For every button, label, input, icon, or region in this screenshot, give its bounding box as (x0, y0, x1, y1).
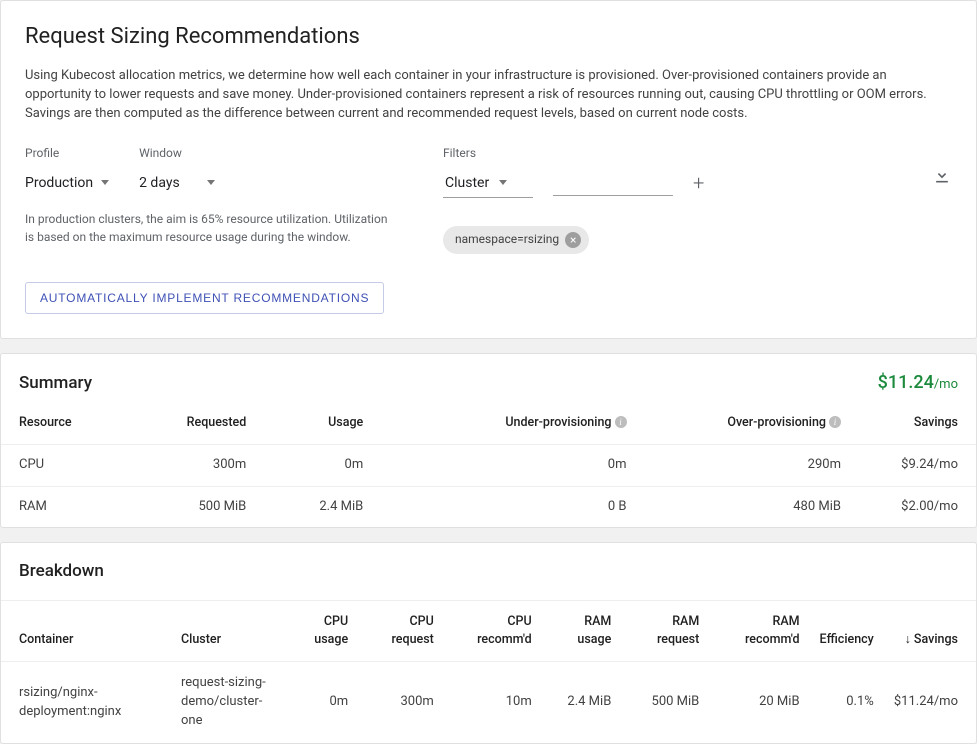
col-cpu-usage[interactable]: CPU usage (281, 601, 358, 662)
window-select[interactable]: 2 days (139, 169, 219, 197)
chevron-down-icon (499, 180, 507, 185)
window-label: Window (139, 145, 219, 162)
page-description: Using Kubecost allocation metrics, we de… (25, 67, 935, 124)
col-cpu-recommd[interactable]: CPU recomm'd (444, 601, 542, 662)
download-button[interactable] (932, 165, 952, 192)
profile-label: Profile (25, 145, 113, 162)
breakdown-table: Container Cluster CPU usage CPU request … (1, 600, 976, 743)
summary-title: Summary (19, 371, 92, 396)
col-under-provision[interactable]: Under-provisioningi (381, 408, 644, 445)
filter-chip-label: namespace=rsizing (455, 231, 559, 248)
profile-select[interactable]: Production (25, 169, 113, 197)
col-efficiency[interactable]: Efficiency (810, 601, 884, 662)
summary-total: $11.24/mo (878, 370, 958, 396)
col-usage[interactable]: Usage (264, 408, 381, 445)
filter-type-select[interactable]: Cluster (443, 169, 533, 198)
add-filter-button[interactable]: + (693, 173, 704, 193)
col-container[interactable]: Container (1, 601, 171, 662)
col-ram-recommd[interactable]: RAM recomm'd (709, 601, 809, 662)
summary-table: Resource Requested Usage Under-provision… (1, 408, 976, 528)
col-ram-request[interactable]: RAM request (621, 601, 709, 662)
remove-chip-button[interactable]: × (565, 232, 581, 248)
table-row[interactable]: rsizing/nginx-deployment:nginx request-s… (1, 662, 976, 743)
info-icon[interactable]: i (829, 416, 841, 428)
breakdown-card: Breakdown Container Cluster CPU usage CP… (0, 542, 977, 743)
table-row: CPU 300m 0m 0m 290m $9.24/mo (1, 444, 976, 486)
summary-card: Summary $11.24/mo Resource Requested Usa… (0, 353, 977, 529)
table-row: RAM 500 MiB 2.4 MiB 0 B 480 MiB $2.00/mo (1, 486, 976, 527)
info-icon[interactable]: i (615, 416, 627, 428)
col-cpu-request[interactable]: CPU request (358, 601, 444, 662)
close-icon: × (570, 234, 576, 246)
col-ram-usage[interactable]: RAM usage (542, 601, 622, 662)
auto-implement-button[interactable]: Automatically Implement Recommendations (25, 282, 384, 314)
filter-value-input[interactable] (553, 171, 673, 196)
col-over-provision[interactable]: Over-provisioningi (645, 408, 860, 445)
summary-total-unit: /mo (934, 377, 958, 392)
chevron-down-icon (207, 180, 215, 185)
col-savings[interactable]: Savings (859, 408, 976, 445)
col-savings[interactable]: ↓Savings (884, 601, 976, 662)
page-title: Request Sizing Recommendations (25, 21, 952, 53)
download-icon (932, 165, 952, 185)
profile-select-value: Production (25, 173, 93, 193)
filter-type-value: Cluster (445, 173, 489, 193)
summary-total-value: $11.24 (878, 372, 934, 393)
breakdown-title: Breakdown (1, 559, 976, 600)
window-select-value: 2 days (139, 173, 180, 193)
filters-label: Filters (443, 145, 952, 162)
chevron-down-icon (101, 180, 109, 185)
arrow-down-icon: ↓ (905, 631, 911, 649)
col-cluster[interactable]: Cluster (171, 601, 281, 662)
recommendations-card: Request Sizing Recommendations Using Kub… (0, 0, 977, 339)
profile-hint: In production clusters, the aim is 65% r… (25, 211, 395, 246)
col-resource[interactable]: Resource (1, 408, 118, 445)
filter-chip[interactable]: namespace=rsizing × (443, 226, 589, 253)
col-requested[interactable]: Requested (118, 408, 264, 445)
